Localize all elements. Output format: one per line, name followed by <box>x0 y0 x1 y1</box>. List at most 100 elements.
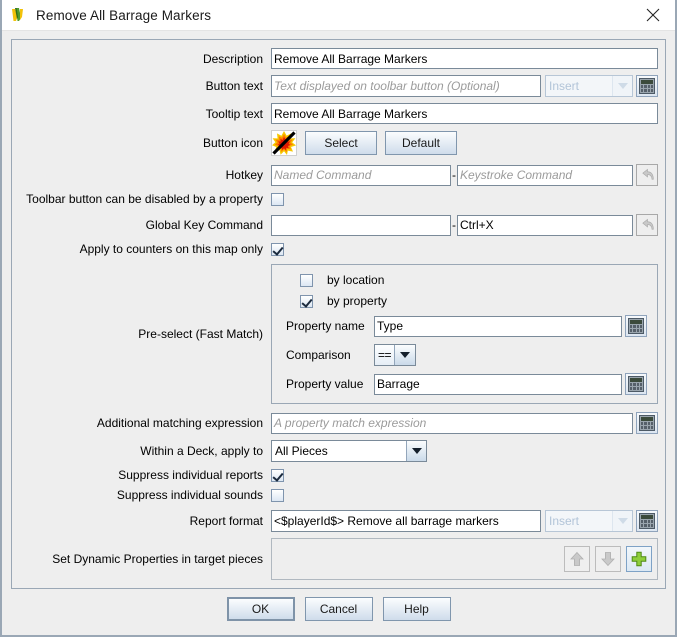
label-by-location: by location <box>327 273 384 287</box>
cancel-button[interactable]: Cancel <box>305 597 373 621</box>
dynamic-properties-list[interactable] <box>271 538 658 580</box>
row-suppress-sounds: Suppress individual sounds <box>21 488 658 502</box>
chevron-down-icon <box>612 511 632 531</box>
row-preselect: Pre-select (Fast Match) by location by p… <box>21 264 658 404</box>
label-additional-matching: Additional matching expression <box>21 416 271 430</box>
undo-arrow-icon <box>640 168 655 183</box>
button-text-calculator-button[interactable] <box>636 75 658 97</box>
ok-button[interactable]: OK <box>227 597 295 621</box>
property-value-input[interactable]: Barrage <box>374 374 622 395</box>
calculator-icon <box>628 318 644 334</box>
hotkey-undo-button[interactable] <box>636 164 658 186</box>
description-input[interactable]: Remove All Barrage Markers <box>271 48 658 69</box>
label-by-property: by property <box>327 294 387 308</box>
arrow-down-icon <box>599 550 617 568</box>
label-tooltip-text: Tooltip text <box>21 107 271 121</box>
move-up-button[interactable] <box>564 546 590 572</box>
label-within-deck: Within a Deck, apply to <box>21 444 271 458</box>
label-this-map-only: Apply to counters on this map only <box>21 242 271 256</box>
gkc-named-command-input[interactable] <box>271 215 451 236</box>
label-disable-by-property: Toolbar button can be disabled by a prop… <box>21 192 271 206</box>
disable-by-property-checkbox[interactable] <box>271 193 284 206</box>
row-property-value: Property value Barrage <box>286 373 647 395</box>
comparison-combo[interactable]: == <box>374 344 416 366</box>
hotkey-keystroke-input[interactable]: Keystroke Command <box>457 165 633 186</box>
barrage-explosion-slash-icon[interactable] <box>271 130 297 156</box>
row-global-key-command: Global Key Command - Ctrl+X <box>21 214 658 236</box>
row-tooltip-text: Tooltip text Remove All Barrage Markers <box>21 103 658 124</box>
label-comparison: Comparison <box>286 348 374 362</box>
property-name-calculator-button[interactable] <box>625 315 647 337</box>
title-bar: Remove All Barrage Markers <box>2 0 675 31</box>
by-location-checkbox[interactable] <box>300 274 313 287</box>
insert-combo-value: Insert <box>546 76 612 96</box>
row-suppress-reports: Suppress individual reports <box>21 468 658 482</box>
row-description: Description Remove All Barrage Markers <box>21 48 658 69</box>
by-property-checkbox[interactable] <box>300 295 313 308</box>
close-icon[interactable] <box>631 0 675 30</box>
row-report-format: Report format <$playerId$> Remove all ba… <box>21 510 658 532</box>
property-name-input[interactable]: Type <box>374 316 622 337</box>
this-map-only-checkbox[interactable] <box>271 243 284 256</box>
button-text-insert-combo[interactable]: Insert <box>545 75 633 97</box>
label-button-text: Button text <box>21 79 271 93</box>
suppress-reports-checkbox[interactable] <box>271 469 284 482</box>
label-dynamic-properties: Set Dynamic Properties in target pieces <box>21 552 271 566</box>
row-disable-by-property: Toolbar button can be disabled by a prop… <box>21 192 658 206</box>
form-panel: Description Remove All Barrage Markers B… <box>11 39 666 589</box>
vassal-logo-icon <box>10 6 28 24</box>
report-format-insert-combo[interactable]: Insert <box>545 510 633 532</box>
calculator-icon <box>628 376 644 392</box>
suppress-sounds-checkbox[interactable] <box>271 489 284 502</box>
within-deck-value: All Pieces <box>272 441 406 461</box>
label-suppress-sounds: Suppress individual sounds <box>21 488 271 502</box>
dialog-window: Remove All Barrage Markers Description R… <box>0 0 677 637</box>
move-down-button[interactable] <box>595 546 621 572</box>
insert-combo-value: Insert <box>546 511 612 531</box>
row-hotkey: Hotkey Named Command - Keystroke Command <box>21 164 658 186</box>
row-additional-matching: Additional matching expression A propert… <box>21 412 658 434</box>
preselect-groupbox: by location by property Property name Ty… <box>271 264 658 404</box>
hotkey-named-command-input[interactable]: Named Command <box>271 165 451 186</box>
label-report-format: Report format <box>21 514 271 528</box>
row-property-name: Property name Type <box>286 315 647 337</box>
chevron-down-icon <box>612 76 632 96</box>
calculator-icon <box>639 513 655 529</box>
add-dynamic-property-button[interactable] <box>626 546 652 572</box>
label-global-key-command: Global Key Command <box>21 218 271 232</box>
report-format-input[interactable]: <$playerId$> Remove all barrage markers <box>271 510 541 532</box>
gkc-undo-button[interactable] <box>636 214 658 236</box>
label-property-name: Property name <box>286 319 374 333</box>
label-hotkey: Hotkey <box>21 168 271 182</box>
button-text-input[interactable]: Text displayed on toolbar button (Option… <box>271 75 541 97</box>
row-within-deck: Within a Deck, apply to All Pieces <box>21 440 658 462</box>
property-value-calculator-button[interactable] <box>625 373 647 395</box>
tooltip-text-input[interactable]: Remove All Barrage Markers <box>271 103 658 124</box>
label-description: Description <box>21 52 271 66</box>
select-icon-button[interactable]: Select <box>305 131 377 155</box>
help-button[interactable]: Help <box>383 597 451 621</box>
additional-matching-input[interactable]: A property match expression <box>271 413 633 434</box>
dialog-content: Description Remove All Barrage Markers B… <box>2 31 675 635</box>
label-button-icon: Button icon <box>21 136 271 150</box>
window-title: Remove All Barrage Markers <box>36 8 211 23</box>
label-suppress-reports: Suppress individual reports <box>21 468 271 482</box>
row-button-icon: Button icon Select Default <box>21 130 658 156</box>
green-plus-icon <box>630 550 648 568</box>
default-icon-button[interactable]: Default <box>385 131 457 155</box>
report-format-calculator-button[interactable] <box>636 510 658 532</box>
row-this-map-only: Apply to counters on this map only <box>21 242 658 256</box>
calculator-icon <box>639 78 655 94</box>
additional-matching-calculator-button[interactable] <box>636 412 658 434</box>
undo-arrow-icon <box>640 218 655 233</box>
chevron-down-icon <box>406 441 426 461</box>
within-deck-combo[interactable]: All Pieces <box>271 440 427 462</box>
comparison-value: == <box>375 345 394 365</box>
row-button-text: Button text Text displayed on toolbar bu… <box>21 75 658 97</box>
label-property-value: Property value <box>286 377 374 391</box>
row-by-property: by property <box>286 294 647 308</box>
calculator-icon <box>639 415 655 431</box>
chevron-down-icon <box>394 345 415 365</box>
row-comparison: Comparison == <box>286 344 647 366</box>
gkc-keystroke-input[interactable]: Ctrl+X <box>457 215 633 236</box>
